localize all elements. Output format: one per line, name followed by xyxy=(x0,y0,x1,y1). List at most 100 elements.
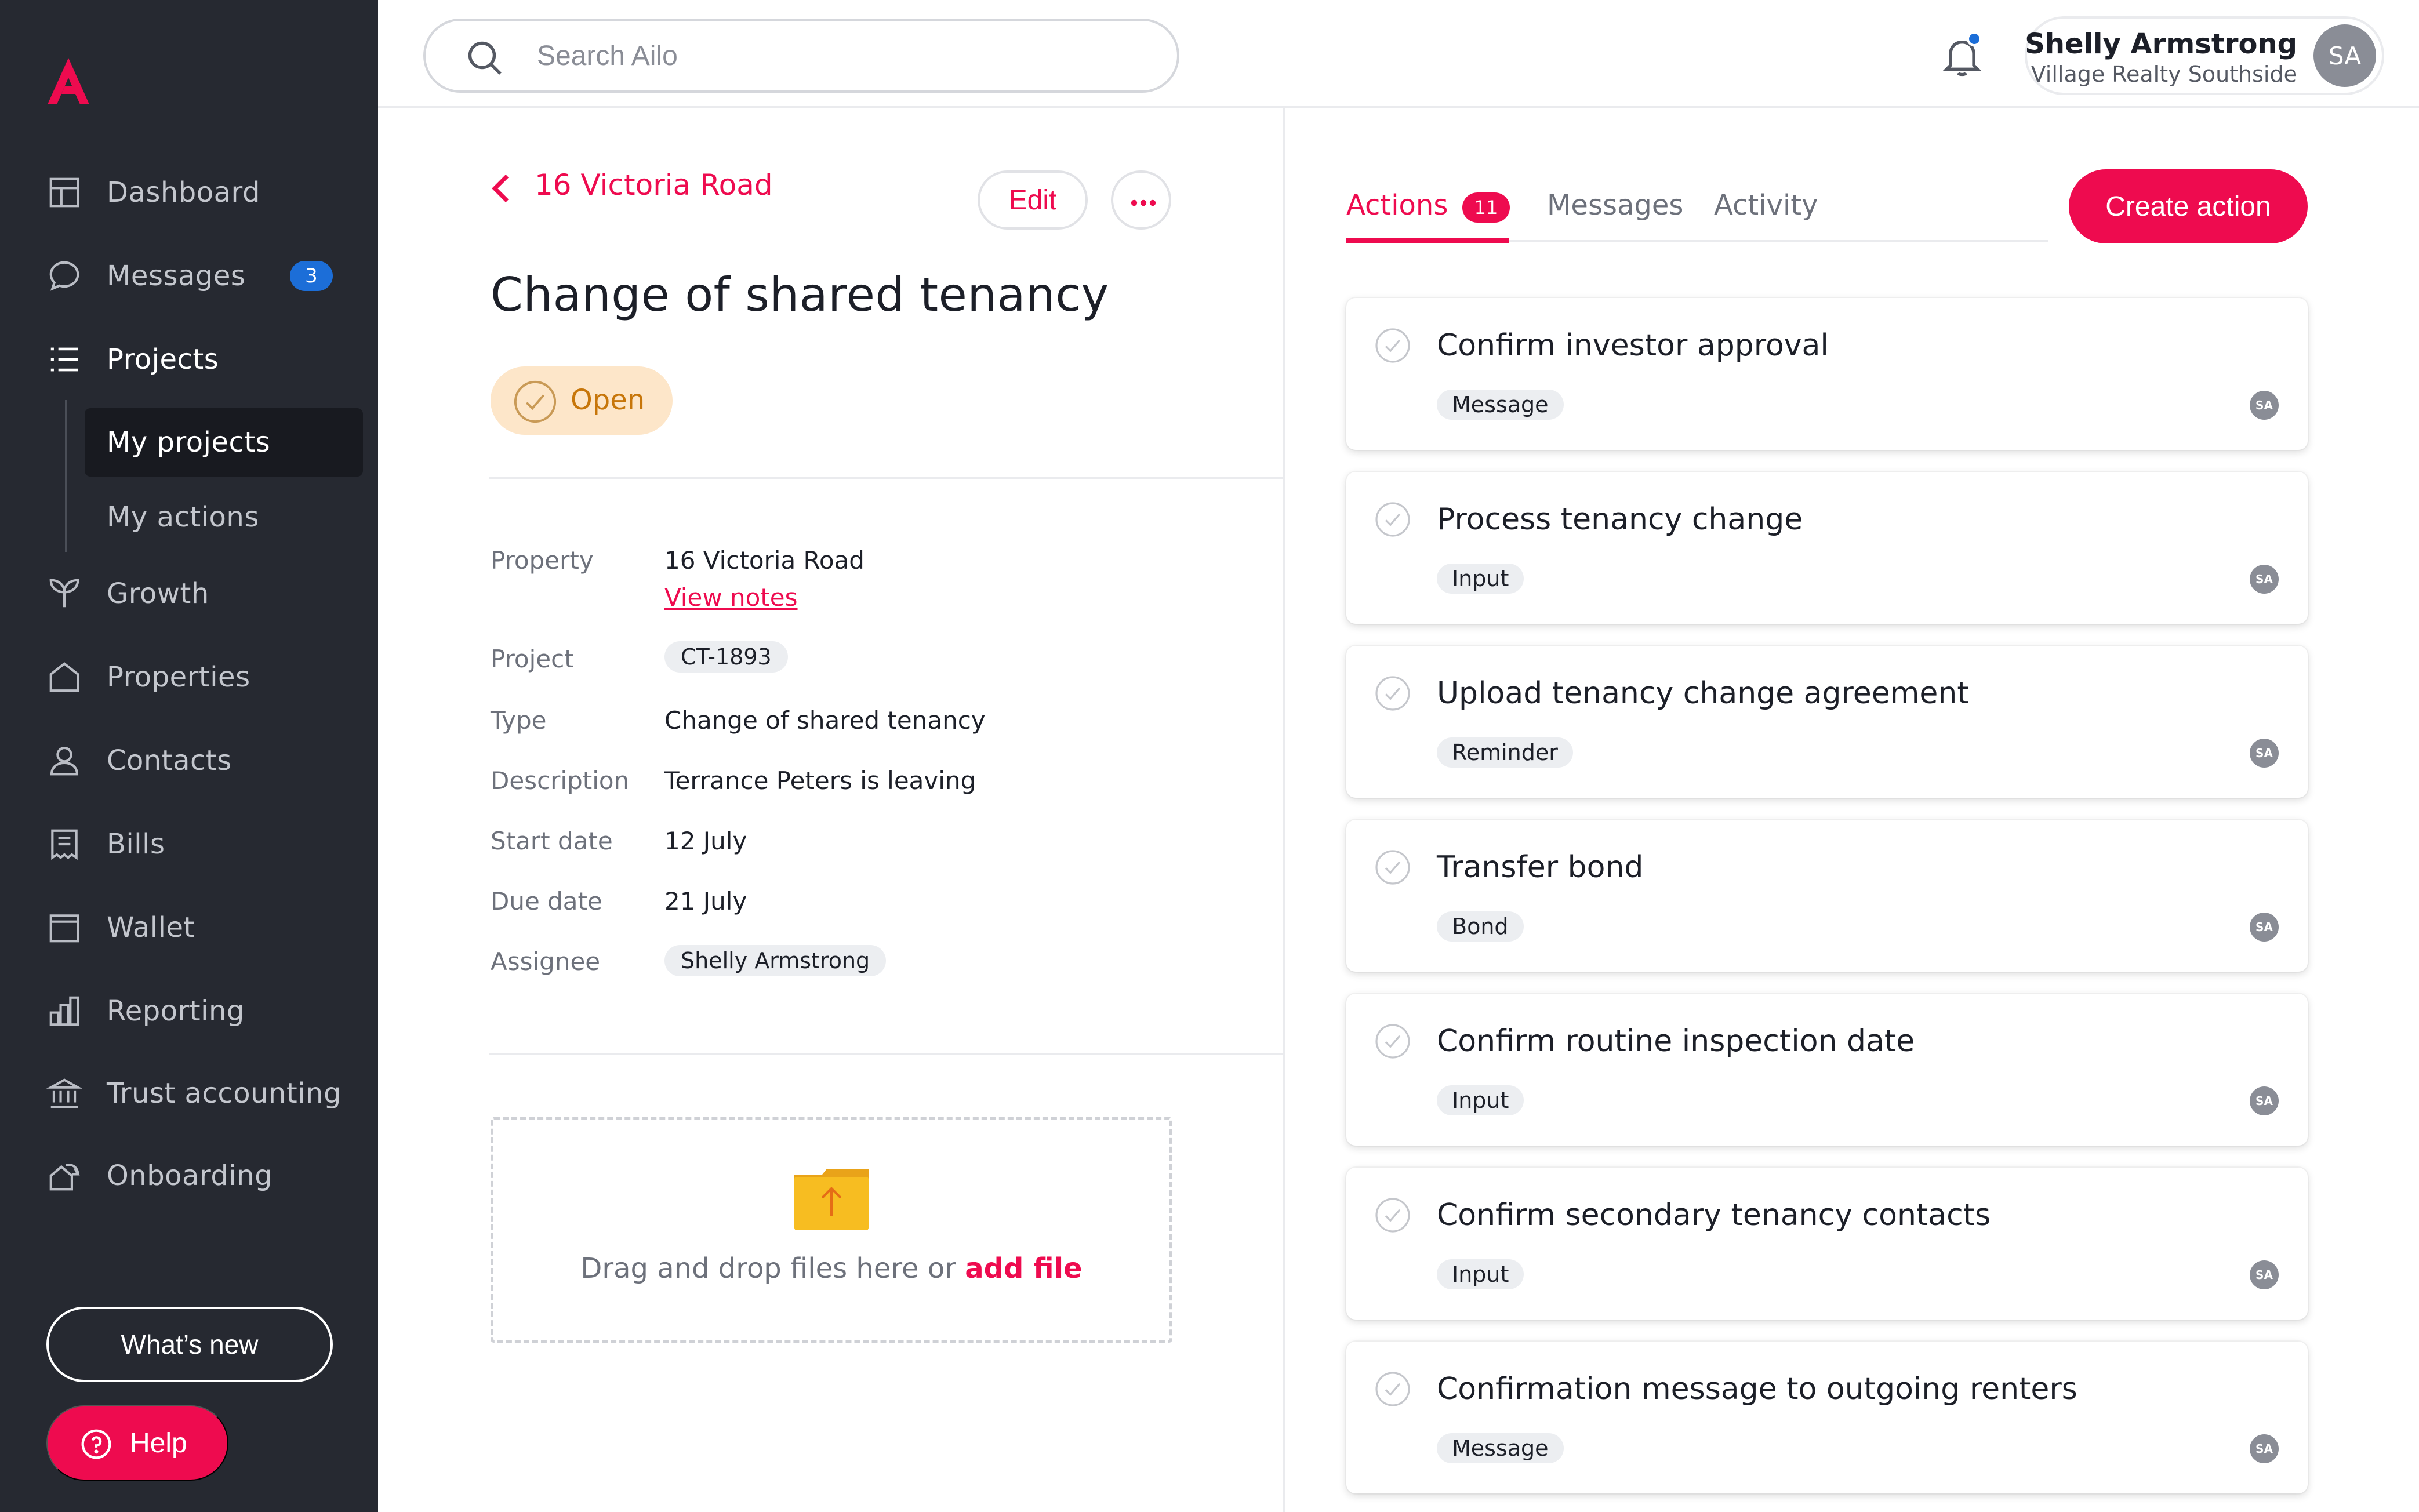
sidebar-subitem-label: My actions xyxy=(107,501,259,533)
receipt-icon xyxy=(51,829,78,860)
check-circle-icon[interactable] xyxy=(1374,675,1411,712)
sidebar-item-label: Growth xyxy=(107,577,209,610)
add-file-link[interactable]: add file xyxy=(965,1252,1082,1285)
check-circle-icon[interactable] xyxy=(1374,1197,1411,1234)
sidebar-item-messages[interactable]: Messages 3 xyxy=(0,241,378,311)
dropzone-text: Drag and drop files here or add file xyxy=(491,1252,1172,1285)
list-icon xyxy=(50,347,78,372)
check-circle-icon[interactable] xyxy=(1374,327,1411,364)
divider xyxy=(489,1053,1284,1055)
detail-label-assignee: Assignee xyxy=(491,947,601,976)
sidebar-item-projects[interactable]: Projects xyxy=(0,325,378,394)
sidebar-item-label: Messages xyxy=(107,260,246,292)
sidebar-item-properties[interactable]: Properties xyxy=(0,642,378,712)
check-circle-icon[interactable] xyxy=(1374,501,1411,538)
sidebar-item-trust-accounting[interactable]: Trust accounting xyxy=(0,1059,378,1128)
detail-value-start-date: 12 July xyxy=(664,827,747,855)
sidebar-item-label: Contacts xyxy=(107,744,232,777)
action-card[interactable]: Confirm secondary tenancy contacts Input… xyxy=(1346,1168,2308,1320)
chevron-left-icon[interactable] xyxy=(489,174,513,203)
person-icon xyxy=(50,746,79,776)
detail-label-due-date: Due date xyxy=(491,887,602,915)
action-title: Upload tenancy change agreement xyxy=(1437,676,1969,711)
action-title: Transfer bond xyxy=(1437,850,1644,885)
sidebar-subitem-label: My projects xyxy=(107,426,271,459)
user-agency: Village Realty Southside xyxy=(2031,61,2297,87)
tab-messages[interactable]: Messages xyxy=(1547,189,1683,221)
sidebar-item-onboarding[interactable]: Onboarding xyxy=(0,1141,378,1211)
sidebar-subitem-my-actions[interactable]: My actions xyxy=(85,482,363,552)
action-card[interactable]: Confirm investor approval Message SA xyxy=(1346,298,2308,450)
sidebar-item-label: Properties xyxy=(107,661,250,693)
search-bar[interactable] xyxy=(423,19,1179,93)
sidebar-item-label: Reporting xyxy=(107,995,245,1027)
detail-label-type: Type xyxy=(491,706,547,735)
bar-chart-icon xyxy=(49,996,79,1026)
sidebar-item-bills[interactable]: Bills xyxy=(0,809,378,879)
sidebar-item-reporting[interactable]: Reporting xyxy=(0,976,378,1046)
house-icon xyxy=(49,662,79,692)
sidebar-item-contacts[interactable]: Contacts xyxy=(0,726,378,795)
onboarding-icon xyxy=(49,1163,80,1191)
user-profile-menu[interactable]: Shelly Armstrong Village Realty Southsid… xyxy=(2025,16,2384,95)
sidebar-item-growth[interactable]: Growth xyxy=(0,559,378,628)
sidebar-item-label: Projects xyxy=(107,343,219,376)
more-dots-icon xyxy=(1131,199,1156,206)
folder-upload-icon xyxy=(794,1169,869,1230)
active-tab-indicator xyxy=(1346,238,1509,243)
action-title: Confirm investor approval xyxy=(1437,328,1829,363)
view-notes-link[interactable]: View notes xyxy=(664,583,798,612)
action-card[interactable]: Process tenancy change Input SA xyxy=(1346,472,2308,624)
project-id-chip: CT-1893 xyxy=(664,641,788,673)
sidebar-item-label: Trust accounting xyxy=(107,1077,342,1110)
avatar: SA xyxy=(2250,565,2279,594)
action-card[interactable]: Confirmation message to outgoing renters… xyxy=(1346,1342,2308,1493)
sprout-icon xyxy=(49,579,79,608)
search-icon xyxy=(468,41,502,75)
avatar: SA xyxy=(2250,739,2279,768)
tab-actions[interactable]: Actions xyxy=(1346,189,1448,221)
subnav-divider xyxy=(65,400,67,552)
search-input[interactable] xyxy=(537,37,1117,74)
avatar: SA xyxy=(2250,391,2279,420)
notification-dot xyxy=(1967,31,1982,46)
sidebar: Dashboard Messages 3 Projects My project… xyxy=(0,0,378,1512)
sidebar-subitem-my-projects[interactable]: My projects xyxy=(85,408,363,477)
action-card[interactable]: Transfer bond Bond SA xyxy=(1346,820,2308,972)
more-options-button[interactable] xyxy=(1111,170,1171,230)
dashboard-icon xyxy=(49,177,79,208)
avatar: SA xyxy=(2313,24,2376,87)
unread-count-badge: 3 xyxy=(290,261,333,291)
check-circle-icon[interactable] xyxy=(1374,1371,1411,1408)
avatar: SA xyxy=(2250,1434,2279,1463)
action-title: Process tenancy change xyxy=(1437,502,1803,537)
edit-button[interactable]: Edit xyxy=(978,170,1088,230)
column-divider xyxy=(1283,108,1285,1512)
sidebar-item-dashboard[interactable]: Dashboard xyxy=(0,158,378,227)
tab-activity[interactable]: Activity xyxy=(1714,189,1818,221)
sidebar-item-label: Bills xyxy=(107,828,165,860)
check-circle-icon[interactable] xyxy=(1374,1023,1411,1060)
sidebar-item-wallet[interactable]: Wallet xyxy=(0,893,378,962)
action-card[interactable]: Confirm routine inspection date Input SA xyxy=(1346,994,2308,1146)
check-circle-icon xyxy=(514,380,557,423)
detail-value-property: 16 Victoria Road xyxy=(664,546,865,575)
sidebar-item-label: Wallet xyxy=(107,911,195,944)
action-card[interactable]: Upload tenancy change agreement Reminder… xyxy=(1346,646,2308,798)
detail-value-due-date: 21 July xyxy=(664,887,747,915)
ailo-logo-icon[interactable] xyxy=(48,58,89,104)
action-type-chip: Bond xyxy=(1437,911,1524,942)
divider xyxy=(489,477,1284,479)
breadcrumb[interactable]: 16 Victoria Road xyxy=(535,168,773,202)
create-action-button[interactable]: Create action xyxy=(2069,169,2308,243)
check-circle-icon[interactable] xyxy=(1374,849,1411,886)
whats-new-button[interactable]: What’s new xyxy=(46,1307,333,1382)
action-title: Confirm routine inspection date xyxy=(1437,1024,1915,1059)
action-type-chip: Message xyxy=(1437,390,1564,420)
help-icon xyxy=(81,1429,111,1459)
sidebar-item-label: Dashboard xyxy=(107,176,260,209)
actions-count-badge: 11 xyxy=(1462,192,1510,223)
action-type-chip: Reminder xyxy=(1437,737,1573,768)
assignee-chip[interactable]: Shelly Armstrong xyxy=(664,945,887,976)
help-button[interactable]: Help xyxy=(46,1405,228,1481)
